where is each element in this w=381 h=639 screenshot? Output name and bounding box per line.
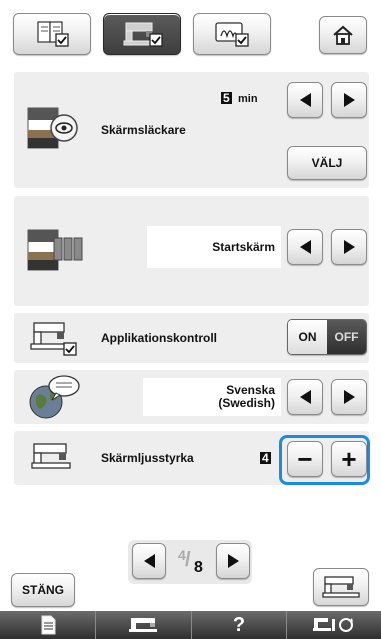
right-arrow-icon [343, 240, 355, 254]
document-icon [41, 615, 55, 635]
brightness-decrease-button[interactable]: − [287, 441, 323, 477]
startup-value-box: Startskärm [147, 226, 281, 268]
plus-icon: + [341, 444, 357, 474]
brightness-label: Skärmljusstyrka [101, 451, 194, 465]
machine-guide-icon [128, 618, 157, 632]
toggle-off-label: OFF [334, 330, 359, 344]
page-indicator: 4 / 8 [170, 547, 214, 579]
home-button[interactable] [319, 16, 367, 54]
sewing-machine-icon [322, 576, 360, 598]
total-pages: 8 [194, 559, 203, 576]
toggle-on-option[interactable]: ON [288, 320, 327, 354]
settings-button[interactable] [286, 611, 381, 639]
settings-machine-icon [313, 618, 353, 632]
previous-page-button[interactable] [132, 543, 166, 579]
machine-mode-button[interactable] [313, 568, 369, 606]
screensaver-time-value: 5 min [221, 91, 258, 105]
settings-page-2-tab[interactable] [103, 13, 181, 55]
screensaver-time-number: 5 [221, 91, 232, 105]
help-icon: ? [232, 613, 246, 636]
language-value-line2: (Swedish) [218, 396, 275, 410]
page-slash: / [185, 549, 191, 571]
screensaver-increase-button[interactable] [331, 82, 367, 118]
language-previous-button[interactable] [287, 379, 323, 415]
toggle-off-option[interactable]: OFF [327, 320, 366, 354]
app-control-machine-icon [30, 322, 77, 356]
help-button[interactable]: ? [191, 611, 286, 639]
screensaver-time-unit: min [238, 93, 258, 105]
screensaver-label: Skärmsläckare [101, 123, 186, 137]
settings-page-3-tab[interactable] [193, 13, 271, 55]
close-button[interactable]: STÄNG [11, 573, 75, 607]
startup-next-button[interactable] [331, 229, 367, 265]
language-value-box: Svenska (Swedish) [143, 378, 281, 416]
screensaver-icon [27, 107, 78, 149]
manual-button[interactable] [0, 611, 95, 639]
left-arrow-icon [299, 93, 311, 107]
home-icon [333, 25, 353, 45]
left-arrow-icon [143, 554, 155, 568]
startup-screen-icon [27, 229, 83, 271]
startup-value: Startskärm [212, 239, 275, 254]
brightness-increase-button[interactable]: + [331, 441, 367, 477]
screensaver-select-button[interactable]: VÄLJ [287, 146, 367, 180]
close-button-label: STÄNG [22, 583, 64, 597]
settings-page-1-tab[interactable] [13, 13, 91, 55]
left-arrow-icon [299, 240, 311, 254]
next-page-button[interactable] [216, 543, 250, 579]
globe-speech-icon [29, 375, 80, 419]
app-control-label: Applikationskontroll [101, 331, 218, 345]
machine-guide-button[interactable] [95, 611, 191, 639]
embroidery-frame-check-icon [215, 22, 249, 47]
book-check-icon [37, 21, 69, 47]
startup-previous-button[interactable] [287, 229, 323, 265]
select-button-label: VÄLJ [311, 156, 343, 170]
right-arrow-icon [343, 390, 355, 404]
machine-check-icon [123, 22, 163, 47]
brightness-machine-icon [31, 443, 71, 469]
app-control-toggle[interactable]: ON OFF [287, 319, 367, 355]
minus-icon: − [297, 444, 313, 474]
language-next-button[interactable] [331, 379, 367, 415]
toggle-on-label: ON [298, 330, 317, 344]
brightness-value: 4 [260, 451, 271, 465]
left-arrow-icon [299, 390, 311, 404]
right-arrow-icon [227, 554, 239, 568]
screensaver-decrease-button[interactable] [287, 82, 323, 118]
right-arrow-icon [343, 93, 355, 107]
